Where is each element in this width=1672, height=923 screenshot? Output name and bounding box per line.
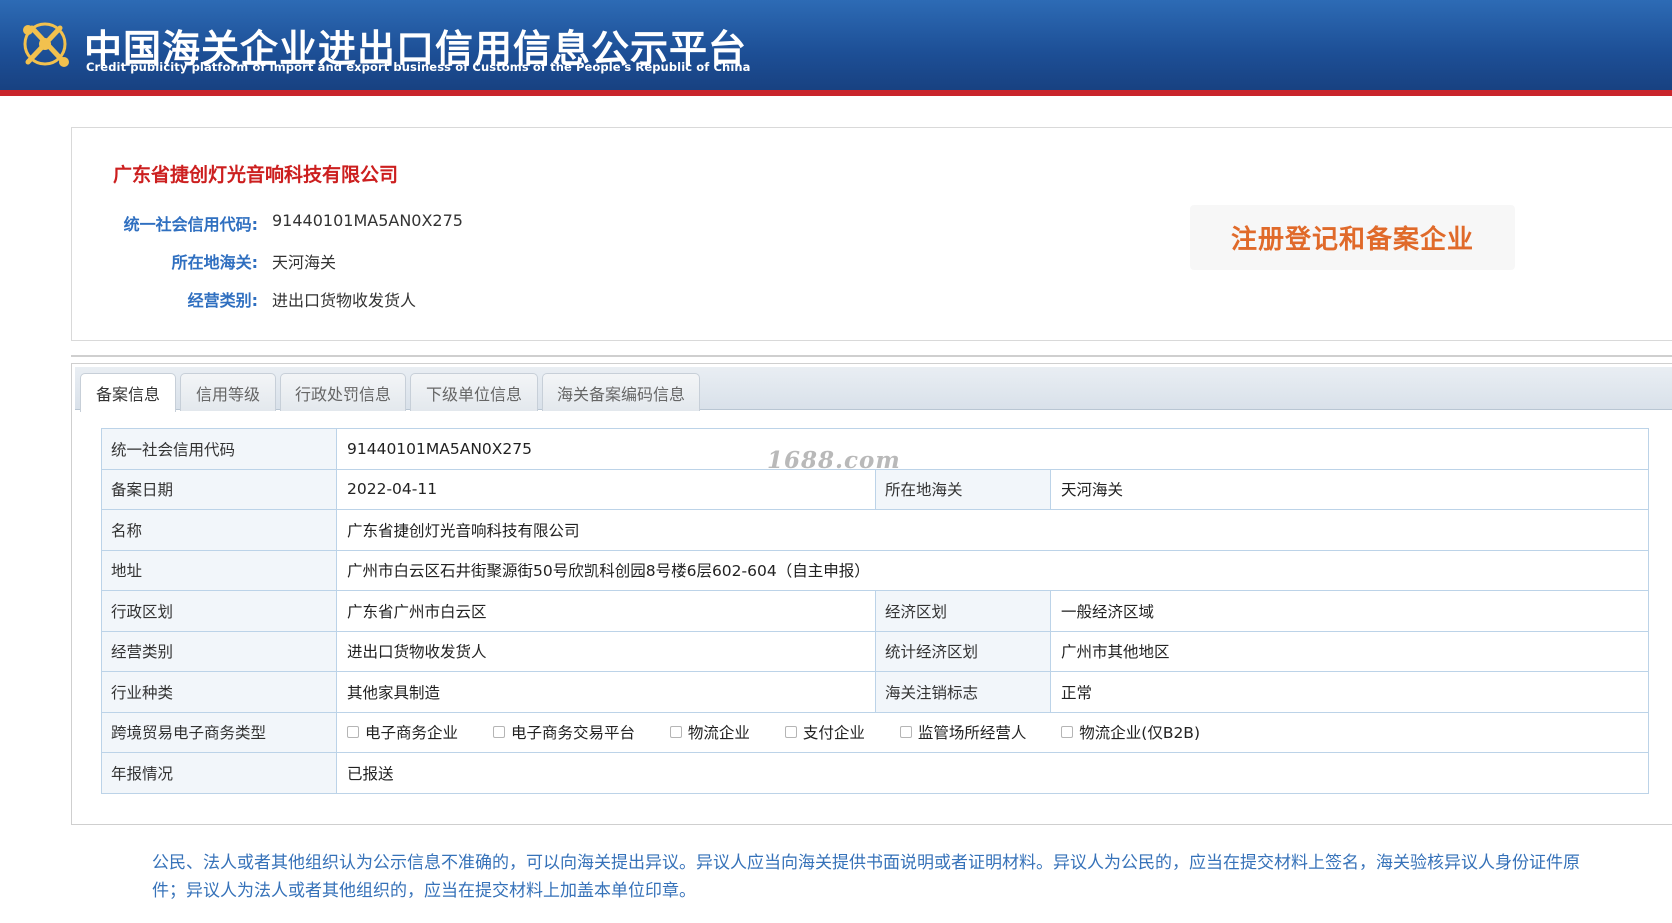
customs-emblem-icon xyxy=(20,18,70,70)
checkbox[interactable] xyxy=(1061,726,1074,739)
business-type-cell-value: 进出口货物收发货人 xyxy=(336,630,876,672)
econ-region-label: 经济区划 xyxy=(875,590,1051,632)
credit-code-value: 91440101MA5AN0X275 xyxy=(272,211,463,230)
table-row: 名称 广东省捷创灯光音响科技有限公司 xyxy=(101,509,1650,551)
table-row: 行业种类 其他家具制造 海关注销标志 正常 xyxy=(101,671,1650,713)
customs-cell-label: 所在地海关 xyxy=(875,468,1051,510)
registration-stamp-text: 注册登记和备案企业 xyxy=(1230,225,1474,255)
admin-region-label: 行政区划 xyxy=(101,590,337,632)
admin-region-value: 广东省广州市白云区 xyxy=(336,590,876,632)
tab-filing-info[interactable]: 备案信息 xyxy=(80,373,176,412)
section-divider xyxy=(71,355,1672,357)
tab-subordinate-units[interactable]: 下级单位信息 xyxy=(410,373,538,411)
ecommerce-option-label: 电子商务企业 xyxy=(365,724,459,743)
table-row: 地址 广州市白云区石井街聚源街50号欣凯科创园8号楼6层602-604（自主申报… xyxy=(101,549,1650,591)
company-name: 广东省捷创灯光音响科技有限公司 xyxy=(113,164,399,186)
tab-customs-codes[interactable]: 海关备案编码信息 xyxy=(542,373,700,411)
site-subtitle: Credit publicity platform of import and … xyxy=(86,60,751,74)
registration-stamp: 注册登记和备案企业 xyxy=(1190,205,1515,270)
reg-date-label: 备案日期 xyxy=(101,468,337,510)
business-type-cell-label: 经营类别 xyxy=(101,630,337,672)
watermark: 1688.com xyxy=(767,447,901,474)
address-value: 广州市白云区石井街聚源街50号欣凯科创园8号楼6层602-604（自主申报） xyxy=(335,549,1650,591)
ecommerce-option-label: 物流企业(仅B2B) xyxy=(1079,724,1200,743)
ecommerce-option-label: 电子商务交易平台 xyxy=(510,724,635,743)
stat-region-label: 统计经济区划 xyxy=(875,630,1051,672)
tab-credit-level[interactable]: 信用等级 xyxy=(180,373,276,411)
checkbox[interactable] xyxy=(347,726,359,739)
cancel-flag-label: 海关注销标志 xyxy=(875,671,1051,713)
customs-label: 所在地海关: xyxy=(171,253,258,272)
industry-value: 其他家具制造 xyxy=(336,671,876,713)
econ-region-value: 一般经济区域 xyxy=(1049,590,1650,632)
address-label: 地址 xyxy=(101,549,337,591)
industry-label: 行业种类 xyxy=(101,671,337,713)
table-row: 年报情况 已报送 xyxy=(101,752,1650,794)
customs-cell-value: 天河海关 xyxy=(1049,468,1650,510)
table-row: 跨境贸易电子商务类型 电子商务企业 电子商务交易平台 物流企业 支付企业 监管场… xyxy=(101,711,1650,753)
checkbox[interactable] xyxy=(784,726,797,739)
ecommerce-option[interactable]: 电子商务企业 xyxy=(347,721,458,743)
customs-value: 天河海关 xyxy=(272,253,337,272)
ecommerce-option[interactable]: 监管场所经营人 xyxy=(899,721,1027,743)
ecommerce-option[interactable]: 物流企业(仅B2B) xyxy=(1061,721,1200,743)
name-value: 广东省捷创灯光音响科技有限公司 xyxy=(335,509,1650,551)
filing-info-table: 统一社会信用代码 91440101MA5AN0X275 备案日期 2022-04… xyxy=(101,428,1650,794)
cancel-flag-value: 正常 xyxy=(1049,671,1650,713)
annual-report-value: 已报送 xyxy=(335,752,1650,794)
credit-code-cell-label: 统一社会信用代码 xyxy=(101,428,337,470)
table-row: 经营类别 进出口货物收发货人 统计经济区划 广州市其他地区 xyxy=(101,630,1650,672)
tab-penalty-info[interactable]: 行政处罚信息 xyxy=(280,373,406,411)
ecommerce-option[interactable]: 电子商务交易平台 xyxy=(492,721,635,743)
checkbox[interactable] xyxy=(669,726,682,739)
name-label: 名称 xyxy=(101,509,337,551)
reg-date-value: 2022-04-11 xyxy=(336,468,876,510)
business-type-value: 进出口货物收发货人 xyxy=(272,291,417,310)
ecommerce-option[interactable]: 支付企业 xyxy=(784,721,865,743)
stat-region-value: 广州市其他地区 xyxy=(1049,630,1650,672)
checkbox[interactable] xyxy=(492,726,505,739)
ecommerce-option-label: 支付企业 xyxy=(802,724,865,743)
table-row: 行政区划 广东省广州市白云区 经济区划 一般经济区域 xyxy=(101,590,1650,632)
ecommerce-option-label: 监管场所经营人 xyxy=(917,724,1027,743)
credit-code-cell-value: 91440101MA5AN0X275 xyxy=(335,428,1650,470)
ecommerce-option-label: 物流企业 xyxy=(687,724,750,743)
table-row: 备案日期 2022-04-11 所在地海关 天河海关 xyxy=(101,468,1650,510)
credit-code-label: 统一社会信用代码: xyxy=(123,215,258,234)
ecommerce-type-options: 电子商务企业 电子商务交易平台 物流企业 支付企业 监管场所经营人 物流企业(仅… xyxy=(335,711,1650,753)
header-red-stripe xyxy=(0,90,1672,96)
checkbox[interactable] xyxy=(899,726,912,739)
ecommerce-type-label: 跨境贸易电子商务类型 xyxy=(101,711,337,753)
annual-report-label: 年报情况 xyxy=(101,752,337,794)
business-type-label: 经营类别: xyxy=(187,291,258,310)
ecommerce-option[interactable]: 物流企业 xyxy=(669,721,750,743)
objection-notice: 公民、法人或者其他组织认为公示信息不准确的，可以向海关提出异议。异议人应当向海关… xyxy=(152,853,1580,901)
